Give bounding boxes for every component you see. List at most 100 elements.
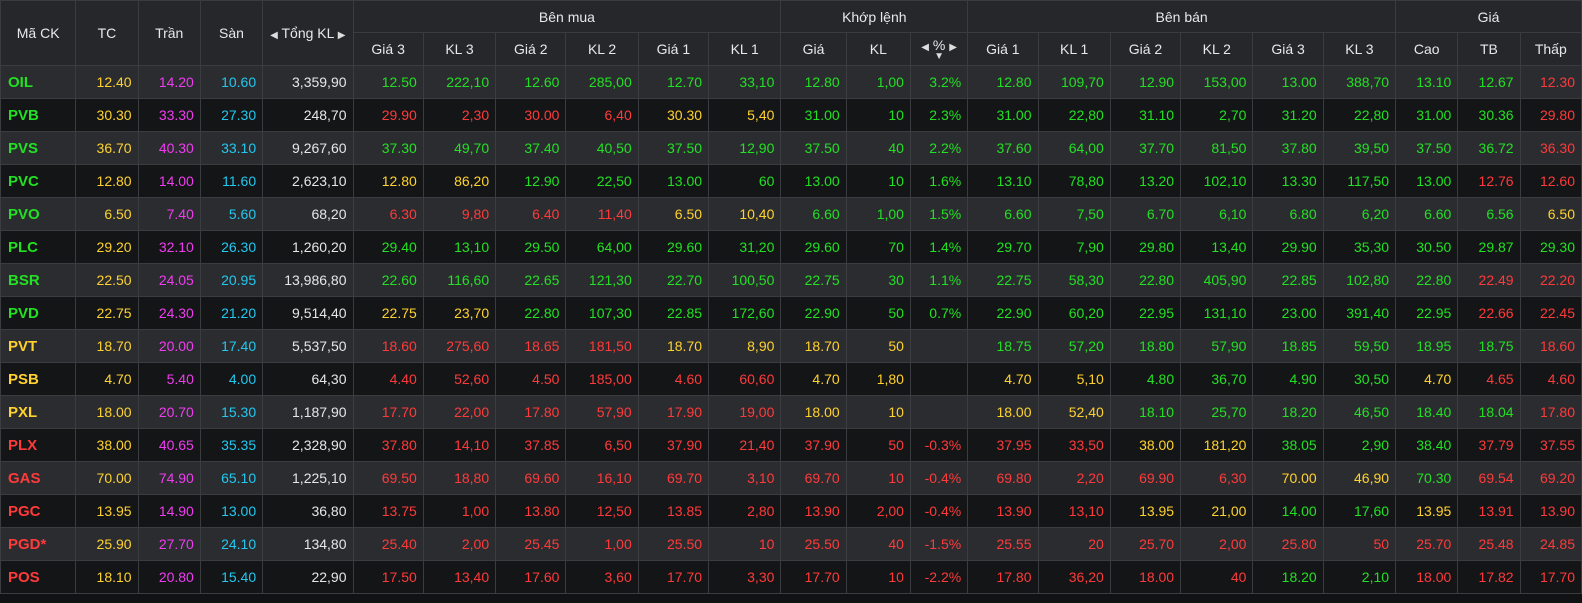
floor-price-cell[interactable]: 33.10 <box>199 131 264 165</box>
match-cell[interactable]: -0.3% <box>909 428 969 462</box>
col-header-match-pct[interactable]: ◀ % ▶ ▼ <box>909 32 969 66</box>
caret-left-icon[interactable]: ◀ <box>921 41 929 55</box>
sell-cell[interactable]: 18.00 <box>1109 560 1182 594</box>
buy-cell[interactable]: 31,20 <box>708 230 782 264</box>
buy-cell[interactable]: 185,00 <box>565 362 639 396</box>
match-cell[interactable]: 10 <box>845 461 911 495</box>
symbol-cell[interactable]: GAS <box>0 461 77 495</box>
match-cell[interactable]: 13.90 <box>780 494 847 528</box>
sell-cell[interactable]: 58,30 <box>1037 263 1111 297</box>
buy-cell[interactable]: 6,40 <box>565 98 639 132</box>
buy-cell[interactable]: 13.85 <box>637 494 710 528</box>
sell-cell[interactable]: 21,00 <box>1180 494 1254 528</box>
sell-cell[interactable]: 37.95 <box>967 428 1039 462</box>
sell-cell[interactable]: 81,50 <box>1180 131 1254 165</box>
sell-cell[interactable]: 6.70 <box>1109 197 1182 231</box>
buy-cell[interactable]: 69.50 <box>352 461 424 495</box>
table-row[interactable]: PVD 22.75 24.30 21.20 9,514,40 22.75 23,70 22.8… <box>0 296 1582 330</box>
table-row[interactable]: GAS 70.00 74.90 65.10 1,225,10 69.50 18,80 69.6… <box>0 461 1582 495</box>
buy-cell[interactable]: 9,80 <box>422 197 497 231</box>
buy-cell[interactable]: 29.50 <box>495 230 567 264</box>
total-volume-cell[interactable]: 22,90 <box>262 560 354 594</box>
price-stat-cell[interactable]: 24.85 <box>1519 527 1582 561</box>
buy-cell[interactable]: 2,00 <box>422 527 497 561</box>
symbol-cell[interactable]: PLC <box>0 230 77 264</box>
ref-price-cell[interactable]: 36.70 <box>75 131 139 165</box>
sell-cell[interactable]: 22.85 <box>1252 263 1324 297</box>
sell-cell[interactable]: 5,10 <box>1037 362 1111 396</box>
price-stat-cell[interactable]: 13.95 <box>1395 494 1459 528</box>
col-header-match-vol[interactable]: KL <box>845 32 911 66</box>
sell-cell[interactable]: 13.20 <box>1109 164 1182 198</box>
buy-cell[interactable]: 275,60 <box>422 329 497 363</box>
col-header-ref[interactable]: TC <box>75 0 139 66</box>
buy-cell[interactable]: 37.80 <box>352 428 424 462</box>
total-volume-cell[interactable]: 3,359,90 <box>262 65 354 99</box>
price-stat-cell[interactable]: 22.49 <box>1457 263 1521 297</box>
symbol-cell[interactable]: PGD* <box>0 527 77 561</box>
buy-cell[interactable]: 25.40 <box>352 527 424 561</box>
sell-cell[interactable]: 37.80 <box>1252 131 1324 165</box>
ref-price-cell[interactable]: 22.50 <box>75 263 139 297</box>
match-cell[interactable]: 3.2% <box>909 65 969 99</box>
sell-cell[interactable]: 18.10 <box>1109 395 1182 429</box>
price-stat-cell[interactable]: 22.66 <box>1457 296 1521 330</box>
match-cell[interactable]: -1.5% <box>909 527 969 561</box>
ref-price-cell[interactable]: 25.90 <box>75 527 139 561</box>
ceil-price-cell[interactable]: 24.05 <box>137 263 201 297</box>
symbol-cell[interactable]: PXL <box>0 395 77 429</box>
col-header-sell-vol-3[interactable]: KL 3 <box>1322 32 1397 66</box>
match-cell[interactable]: 18.00 <box>780 395 847 429</box>
match-cell[interactable]: 1.6% <box>909 164 969 198</box>
col-header-buy-vol-2[interactable]: KL 2 <box>565 32 639 66</box>
buy-cell[interactable]: 11,40 <box>565 197 639 231</box>
buy-cell[interactable]: 22,50 <box>565 164 639 198</box>
sell-cell[interactable]: 25,70 <box>1180 395 1254 429</box>
buy-cell[interactable]: 22.60 <box>352 263 424 297</box>
buy-cell[interactable]: 6.30 <box>352 197 424 231</box>
match-cell[interactable]: 1.1% <box>909 263 969 297</box>
buy-cell[interactable]: 30.30 <box>637 98 710 132</box>
buy-cell[interactable]: 4.60 <box>637 362 710 396</box>
price-stat-cell[interactable]: 37.50 <box>1395 131 1459 165</box>
total-volume-cell[interactable]: 36,80 <box>262 494 354 528</box>
price-stat-cell[interactable]: 12.67 <box>1457 65 1521 99</box>
total-volume-cell[interactable]: 248,70 <box>262 98 354 132</box>
price-stat-cell[interactable]: 36.30 <box>1519 131 1582 165</box>
price-stat-cell[interactable]: 4.70 <box>1395 362 1459 396</box>
sell-cell[interactable]: 22.75 <box>967 263 1039 297</box>
match-cell[interactable]: 29.60 <box>780 230 847 264</box>
ceil-price-cell[interactable]: 33.30 <box>137 98 201 132</box>
sell-cell[interactable]: 29.90 <box>1252 230 1324 264</box>
sell-cell[interactable]: 46,90 <box>1322 461 1397 495</box>
buy-cell[interactable]: 33,10 <box>708 65 782 99</box>
buy-cell[interactable]: 22.85 <box>637 296 710 330</box>
match-cell[interactable] <box>909 329 969 363</box>
total-volume-cell[interactable]: 1,260,20 <box>262 230 354 264</box>
buy-cell[interactable]: 12.60 <box>495 65 567 99</box>
buy-cell[interactable]: 86,20 <box>422 164 497 198</box>
sell-cell[interactable]: 18.20 <box>1252 395 1324 429</box>
floor-price-cell[interactable]: 11.60 <box>199 164 264 198</box>
price-stat-cell[interactable]: 22.45 <box>1519 296 1582 330</box>
sell-cell[interactable]: 18.75 <box>967 329 1039 363</box>
table-row[interactable]: PVS 36.70 40.30 33.10 9,267,60 37.30 49,70 37.4… <box>0 131 1582 165</box>
match-cell[interactable]: 70 <box>845 230 911 264</box>
table-row[interactable]: PGD* 25.90 27.70 24.10 134,80 25.40 2,00 25.45 1… <box>0 527 1582 561</box>
match-cell[interactable]: 13.00 <box>780 164 847 198</box>
match-cell[interactable]: 30 <box>845 263 911 297</box>
buy-cell[interactable]: 17.90 <box>637 395 710 429</box>
sell-cell[interactable]: 405,90 <box>1180 263 1254 297</box>
sell-cell[interactable]: 12.90 <box>1109 65 1182 99</box>
ref-price-cell[interactable]: 13.95 <box>75 494 139 528</box>
ref-price-cell[interactable]: 38.00 <box>75 428 139 462</box>
sell-cell[interactable]: 7,50 <box>1037 197 1111 231</box>
sell-cell[interactable]: 25.70 <box>1109 527 1182 561</box>
buy-cell[interactable]: 4.40 <box>352 362 424 396</box>
price-stat-cell[interactable]: 31.00 <box>1395 98 1459 132</box>
sell-cell[interactable]: 20 <box>1037 527 1111 561</box>
match-cell[interactable]: 69.70 <box>780 461 847 495</box>
match-cell[interactable]: 22.90 <box>780 296 847 330</box>
buy-cell[interactable]: 37.40 <box>495 131 567 165</box>
match-cell[interactable]: -0.4% <box>909 461 969 495</box>
